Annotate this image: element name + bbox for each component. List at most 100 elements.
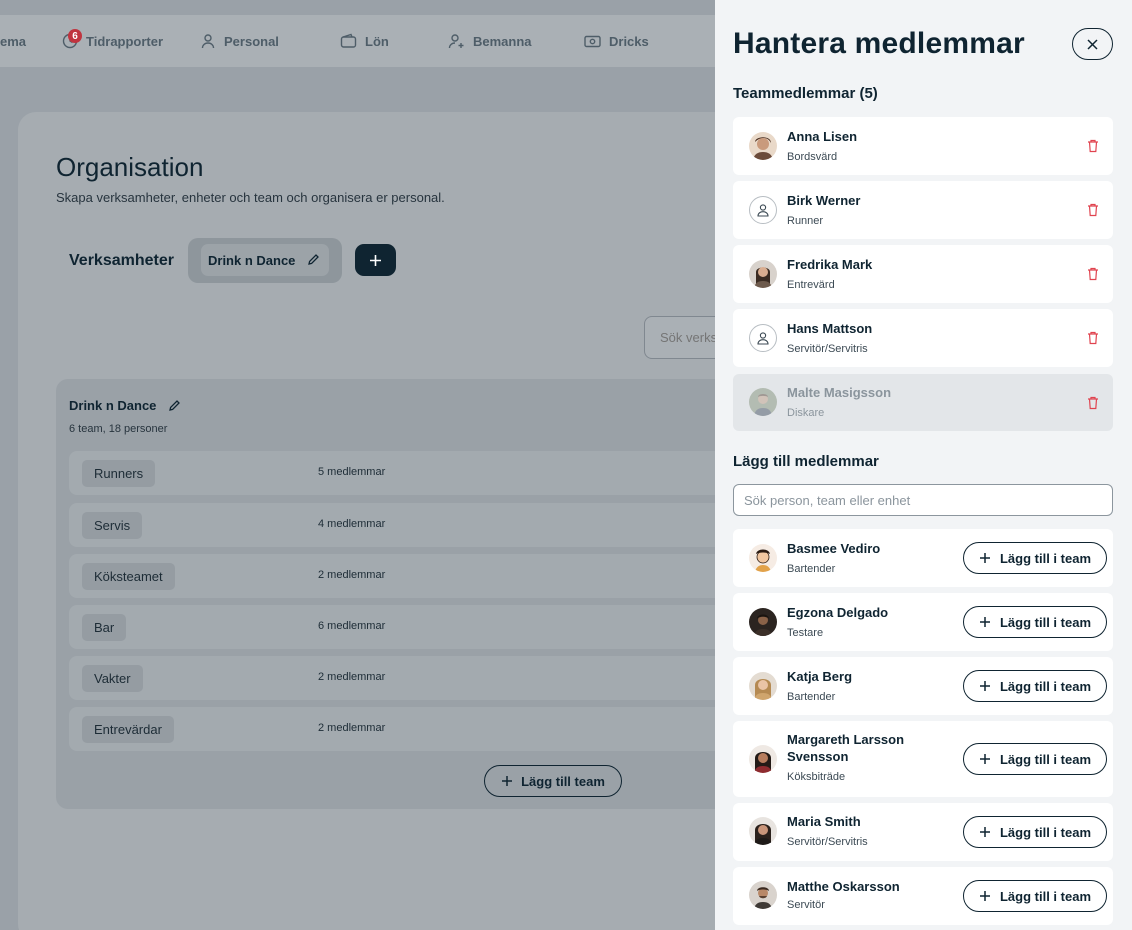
candidate-name: Matthe Oskarsson: [787, 879, 900, 894]
candidate-role: Testare: [787, 627, 824, 639]
team-name: Servis: [82, 512, 143, 539]
trash-icon[interactable]: [1087, 396, 1099, 410]
close-button[interactable]: [1072, 28, 1113, 60]
add-team-label: Lägg till team: [521, 773, 605, 789]
avatar-placeholder: [749, 324, 777, 352]
verksamhet-name-label: Drink n Dance: [69, 398, 157, 413]
avatar: [749, 817, 777, 845]
trash-icon[interactable]: [1087, 331, 1099, 345]
member-role: Runner: [787, 215, 824, 227]
person-icon: [201, 34, 215, 49]
trash-icon[interactable]: [1087, 139, 1099, 153]
member-role: Servitör/Servitris: [787, 343, 868, 355]
team-member-count: 4 medlemmar: [318, 518, 386, 530]
add-team-button[interactable]: Lägg till team: [484, 765, 622, 797]
candidate-card: Margareth Larsson Svensson Köksbiträde L…: [733, 721, 1113, 797]
drawer-title: Hantera medlemmar: [733, 27, 1025, 60]
pencil-icon[interactable]: [307, 253, 320, 266]
nav-item-label: Tidrapporter: [86, 33, 164, 49]
team-row[interactable]: Vakter 2 medlemmar: [69, 656, 729, 700]
add-to-team-button[interactable]: Lägg till i team: [963, 670, 1107, 702]
nav-item-lon[interactable]: Lön: [340, 15, 389, 67]
candidate-name: Maria Smith: [787, 814, 861, 829]
add-to-team-button[interactable]: Lägg till i team: [963, 542, 1107, 574]
team-member-count: 2 medlemmar: [318, 569, 386, 581]
nav-item-tidrapporter[interactable]: 6 Tidrapporter: [62, 15, 163, 67]
team-row[interactable]: Bar 6 medlemmar: [69, 605, 729, 649]
pencil-icon[interactable]: [168, 399, 181, 412]
candidate-card: Katja Berg Bartender Lägg till i team: [733, 657, 1113, 715]
member-name: Hans Mattson: [787, 321, 873, 336]
member-role: Bordsvärd: [787, 151, 838, 163]
add-to-team-button[interactable]: Lägg till i team: [963, 880, 1107, 912]
member-card: Birk Werner Runner: [733, 181, 1113, 239]
person-add-icon: [448, 34, 464, 49]
plus-icon: [502, 776, 513, 786]
candidate-card: Basmee Vediro Bartender Lägg till i team: [733, 529, 1113, 587]
page-subtitle: Skapa verksamheter, enheter och team och…: [56, 190, 445, 205]
team-member-count: 2 medlemmar: [318, 722, 386, 734]
member-card: Malte Masigsson Diskare: [733, 374, 1113, 431]
add-to-team-button[interactable]: Lägg till i team: [963, 816, 1107, 848]
avatar: [749, 132, 777, 160]
add-to-team-button[interactable]: Lägg till i team: [963, 606, 1107, 638]
nav-item-schema[interactable]: ema: [0, 15, 26, 67]
nav-item-dricks[interactable]: Dricks: [584, 15, 649, 67]
plus-icon: [979, 754, 990, 764]
candidate-role: Bartender: [787, 563, 836, 575]
team-name: Entrevärdar: [82, 716, 174, 743]
nav-item-label: Lön: [365, 33, 389, 49]
verksamheter-label: Verksamheter: [69, 252, 174, 269]
nav-item-personal[interactable]: Personal: [200, 15, 279, 67]
manage-members-drawer: Hantera medlemmar Teammedlemmar (5) Anna…: [715, 0, 1132, 930]
team-name: Vakter: [82, 665, 143, 692]
team-row[interactable]: Servis 4 medlemmar: [69, 503, 729, 547]
candidate-name: Katja Berg: [787, 669, 853, 684]
plus-icon: [370, 254, 381, 266]
page-title: Organisation: [56, 152, 204, 182]
avatar: [749, 608, 777, 636]
plus-icon: [979, 891, 990, 901]
avatar: [749, 881, 777, 909]
avatar-placeholder: [749, 196, 777, 224]
plus-icon: [979, 827, 990, 837]
add-to-team-label: Lägg till i team: [999, 751, 1091, 767]
candidate-name: Basmee Vediro: [787, 541, 881, 556]
trash-icon[interactable]: [1087, 203, 1099, 217]
trash-icon[interactable]: [1087, 267, 1099, 281]
avatar: [749, 260, 777, 288]
candidate-name: Egzona Delgado: [787, 605, 889, 620]
team-row[interactable]: Köksteamet 2 medlemmar: [69, 554, 729, 598]
candidate-role: Bartender: [787, 691, 836, 703]
avatar: [749, 672, 777, 700]
candidate-role: Servitör/Servitris: [787, 836, 868, 848]
add-to-team-button[interactable]: Lägg till i team: [963, 743, 1107, 775]
candidate-role: Servitör: [787, 899, 825, 911]
team-member-count: 2 medlemmar: [318, 671, 386, 683]
team-row[interactable]: Runners 5 medlemmar: [69, 451, 729, 495]
verksamhet-name: Drink n Dance: [69, 398, 181, 413]
member-name: Birk Werner: [787, 193, 861, 208]
nav-item-bemanna[interactable]: Bemanna: [448, 15, 532, 67]
team-name: Köksteamet: [82, 563, 175, 590]
cash-icon: [584, 35, 601, 48]
add-to-team-label: Lägg till i team: [999, 824, 1091, 840]
member-card: Hans Mattson Servitör/Servitris: [733, 309, 1113, 367]
member-card: Fredrika Mark Entrevärd: [733, 245, 1113, 303]
candidate-role: Köksbiträde: [787, 771, 846, 783]
nav-item-label: Personal: [224, 33, 279, 49]
add-members-heading: Lägg till medlemmar: [733, 453, 879, 470]
avatar: [749, 388, 777, 416]
candidate-name: Margareth Larsson Svensson: [787, 732, 905, 764]
verksamhet-chip[interactable]: Drink n Dance: [201, 244, 329, 276]
team-members-heading: Teammedlemmar (5): [733, 85, 878, 102]
search-person-input[interactable]: [733, 484, 1113, 516]
add-to-team-label: Lägg till i team: [999, 550, 1091, 566]
verksamhet-meta: 6 team, 18 personer: [69, 423, 168, 435]
nav-item-label: Bemanna: [473, 33, 532, 49]
team-row[interactable]: Entrevärdar 2 medlemmar: [69, 707, 729, 751]
member-role: Entrevärd: [787, 279, 835, 291]
plus-icon: [979, 617, 990, 627]
add-verksamhet-button[interactable]: [355, 244, 396, 276]
avatar: [749, 745, 777, 773]
